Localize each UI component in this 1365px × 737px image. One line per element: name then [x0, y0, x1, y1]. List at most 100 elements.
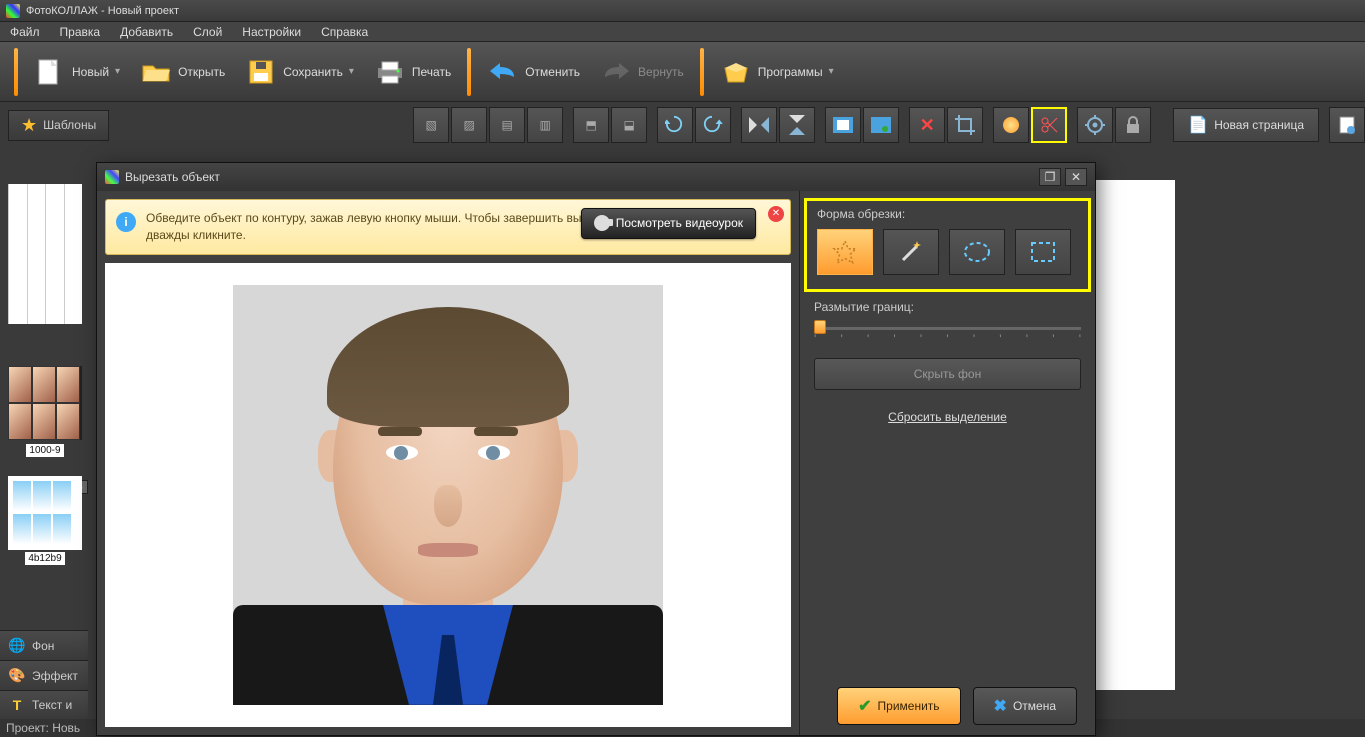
save-icon: [245, 56, 277, 88]
side-effects-label: Эффект: [32, 669, 78, 683]
layer-up-icon[interactable]: ▨: [451, 107, 487, 143]
crop-shape-label: Форма обрезки:: [817, 207, 1078, 221]
new-page-button[interactable]: 📄 Новая страница: [1173, 108, 1319, 142]
shape-magic-wand-button[interactable]: [883, 229, 939, 275]
settings-icon[interactable]: [1077, 107, 1113, 143]
rotate-ccw-icon[interactable]: [657, 107, 693, 143]
star-icon: ★: [21, 115, 37, 136]
flip-v-icon[interactable]: [779, 107, 815, 143]
open-button[interactable]: Открыть: [130, 52, 235, 92]
layer-front-icon[interactable]: ▥: [527, 107, 563, 143]
side-bg-button[interactable]: 🌐Фон: [0, 630, 88, 660]
webcam-icon: [594, 215, 610, 231]
shape-ellipse-button[interactable]: [949, 229, 1005, 275]
text-t-icon: T: [8, 697, 26, 713]
freehand-star-icon: [832, 239, 858, 265]
status-text: Проект: Новь: [6, 721, 80, 735]
open-label: Открыть: [178, 65, 225, 79]
menu-layer[interactable]: Слой: [183, 23, 232, 41]
cancel-button[interactable]: ✖ Отмена: [973, 687, 1077, 725]
shape-freehand-button[interactable]: [817, 229, 873, 275]
secondary-toolbar: ▧ ▨ ▤ ▥ ⬒ ⬓ ✕ 📄 Новая страница: [413, 107, 1365, 143]
menu-help[interactable]: Справка: [311, 23, 378, 41]
hide-background-button[interactable]: Скрыть фон: [814, 358, 1081, 390]
lock-icon[interactable]: [1115, 107, 1151, 143]
adjust-icon[interactable]: [993, 107, 1029, 143]
flip-h-icon[interactable]: [741, 107, 777, 143]
cancel-label: Отмена: [1013, 699, 1056, 713]
app-title: ФотоКОЛЛАЖ - Новый проект: [26, 5, 179, 17]
app-logo-icon: [6, 4, 20, 18]
apply-button[interactable]: ✔ Применить: [837, 687, 960, 725]
info-icon: i: [116, 212, 136, 232]
dialog-side-panel: Форма обрезки: Размытие грани: [799, 191, 1095, 735]
align-bottom-icon[interactable]: ⬓: [611, 107, 647, 143]
toolbar-separator: [700, 48, 704, 96]
folder-open-icon: [140, 56, 172, 88]
page-options-icon[interactable]: [1329, 107, 1365, 143]
menu-file[interactable]: Файл: [0, 23, 50, 41]
cross-icon: ✖: [994, 696, 1007, 716]
layer-down-icon[interactable]: ▧: [413, 107, 449, 143]
crop-shape-group: Форма обрезки:: [804, 198, 1091, 292]
rect-dashed-icon: [1029, 240, 1057, 264]
side-effects-button[interactable]: 🎨Эффект: [0, 660, 88, 690]
ellipse-dashed-icon: [962, 240, 992, 264]
photo-preview: [233, 285, 663, 705]
hint-bar: i Обведите объект по контуру, зажав леву…: [105, 199, 791, 255]
blur-slider[interactable]: ''''''''''': [814, 322, 1081, 340]
image-viewer[interactable]: [105, 263, 791, 727]
menu-edit[interactable]: Правка: [50, 23, 111, 41]
programs-button[interactable]: Программы ▾: [710, 52, 844, 92]
dialog-restore-icon[interactable]: ❐: [1039, 168, 1061, 186]
redo-label: Вернуть: [638, 65, 684, 79]
dialog-title: Вырезать объект: [125, 170, 220, 184]
dialog-titlebar[interactable]: Вырезать объект ❐ ✕: [97, 163, 1095, 191]
dialog-close-icon[interactable]: ✕: [1065, 168, 1087, 186]
video-lesson-label: Посмотреть видеоурок: [616, 215, 743, 232]
shape-rect-button[interactable]: [1015, 229, 1071, 275]
print-button[interactable]: Печать: [364, 52, 461, 92]
chevron-down-icon: ▾: [829, 66, 834, 77]
cutout-icon[interactable]: [1031, 107, 1067, 143]
thumb-1[interactable]: 1000-9: [8, 366, 82, 456]
menu-settings[interactable]: Настройки: [232, 23, 311, 41]
undo-icon: [487, 56, 519, 88]
app-titlebar: ФотоКОЛЛАЖ - Новый проект: [0, 0, 1365, 22]
toolbar-separator: [467, 48, 471, 96]
redo-icon: [600, 56, 632, 88]
reset-selection-link[interactable]: Сбросить выделение: [800, 394, 1095, 440]
box-icon: [720, 56, 752, 88]
new-label: Новый: [72, 65, 109, 79]
templates-bar[interactable]: ★ Шаблоны: [8, 110, 109, 141]
thumb-2[interactable]: 4b12b9: [8, 476, 82, 564]
hint-close-icon[interactable]: ✕: [768, 206, 784, 222]
print-icon: [374, 56, 406, 88]
new-page-icon: 📄: [1188, 115, 1208, 135]
menu-add[interactable]: Добавить: [110, 23, 183, 41]
print-label: Печать: [412, 65, 451, 79]
redo-button[interactable]: Вернуть: [590, 52, 694, 92]
side-text-label: Текст и: [32, 698, 72, 712]
actual-size-icon[interactable]: [863, 107, 899, 143]
magic-wand-icon: [897, 238, 925, 266]
thumb-2-name: 4b12b9: [25, 552, 64, 565]
main-toolbar: Новый▾ Открыть Сохранить▾ Печать Отменит…: [0, 42, 1365, 102]
undo-button[interactable]: Отменить: [477, 52, 590, 92]
delete-icon[interactable]: ✕: [909, 107, 945, 143]
layer-back-icon[interactable]: ▤: [489, 107, 525, 143]
new-file-icon: [34, 56, 66, 88]
side-text-button[interactable]: T Текст и: [0, 690, 88, 719]
new-button[interactable]: Новый▾: [24, 52, 130, 92]
programs-label: Программы: [758, 65, 823, 79]
video-lesson-button[interactable]: Посмотреть видеоурок: [581, 208, 756, 239]
save-button[interactable]: Сохранить▾: [235, 52, 364, 92]
templates-label: Шаблоны: [43, 118, 96, 132]
crop-icon[interactable]: [947, 107, 983, 143]
align-top-icon[interactable]: ⬒: [573, 107, 609, 143]
undo-label: Отменить: [525, 65, 580, 79]
template-strip[interactable]: [8, 184, 82, 324]
fit-icon[interactable]: [825, 107, 861, 143]
canvas[interactable]: [1085, 180, 1175, 690]
rotate-cw-icon[interactable]: [695, 107, 731, 143]
